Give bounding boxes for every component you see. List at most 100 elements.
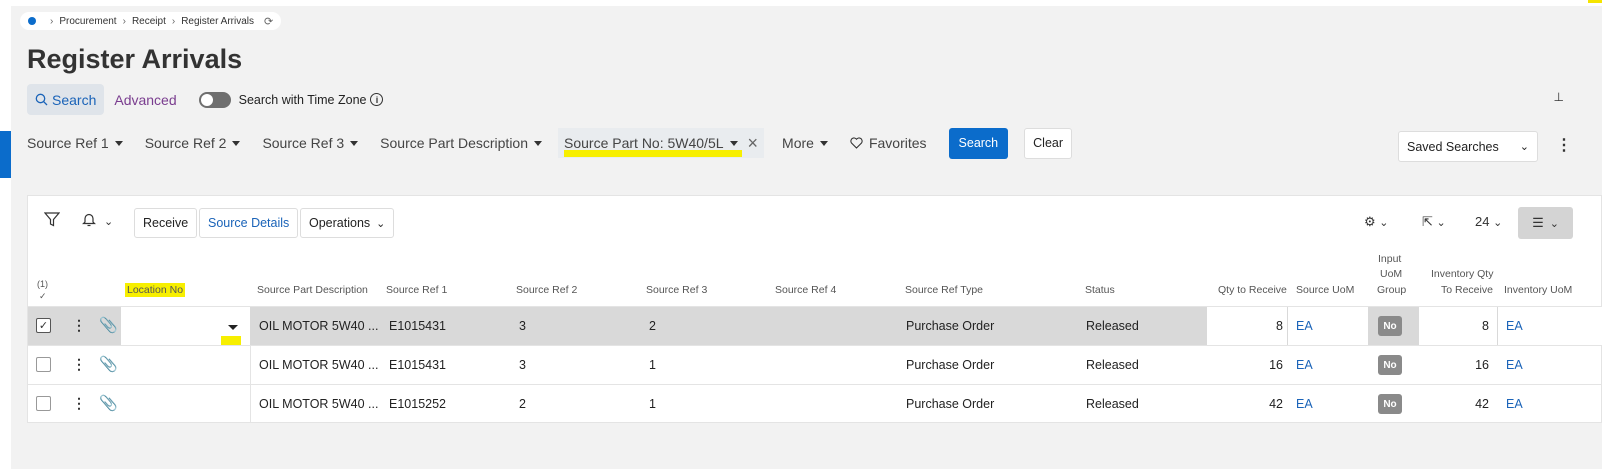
header-source-ref-2[interactable]: Source Ref 2 [516, 284, 577, 296]
cell-source-ref-2: 3 [519, 319, 526, 333]
refresh-icon[interactable]: ⟳ [264, 15, 273, 28]
bell-icon[interactable] [82, 212, 96, 231]
timezone-toggle[interactable] [198, 91, 231, 108]
header-source-ref-1[interactable]: Source Ref 1 [386, 284, 447, 296]
header-inventory-qty-line2[interactable]: To Receive [1441, 284, 1493, 296]
table-row[interactable]: ⋮ 📎 OIL MOTOR 5W40 ... E1015431 3 1 Purc… [28, 345, 1602, 384]
tab-search-label: Search [52, 91, 97, 108]
column-divider [250, 385, 251, 423]
cell-source-ref-1: E1015431 [389, 319, 447, 333]
header-inventory-uom[interactable]: Inventory UoM [1504, 284, 1572, 296]
cell-inventory-qty[interactable]: 8 [1419, 307, 1489, 345]
filter-source-ref-2[interactable]: Source Ref 2 [145, 135, 241, 151]
clear-button[interactable]: Clear [1024, 127, 1073, 159]
header-source-ref-type[interactable]: Source Ref Type [905, 284, 983, 296]
filter-source-part-no[interactable]: Source Part No: 5W40/5L × [558, 128, 765, 158]
cell-qty-to-receive[interactable]: 8 [1208, 307, 1283, 345]
header-inventory-qty-line1[interactable]: Inventory Qty [1431, 268, 1493, 280]
info-icon[interactable]: i [370, 93, 384, 106]
header-input-uom-group-line3[interactable]: Group [1377, 284, 1406, 296]
cell-source-ref-1: E1015431 [389, 358, 447, 372]
tab-search[interactable]: Search [27, 84, 105, 115]
page-size-value: 24 [1475, 214, 1490, 229]
source-details-button[interactable]: Source Details [199, 208, 299, 238]
filter-icon[interactable] [43, 212, 61, 231]
header-status[interactable]: Status [1085, 284, 1115, 296]
status-badge: No [1378, 394, 1402, 414]
caret-down-icon [534, 140, 542, 146]
page-title: Register Arrivals [27, 44, 243, 74]
pin-icon[interactable]: ⊥ [1554, 90, 1564, 104]
tab-advanced[interactable]: Advanced [114, 92, 176, 108]
chevron-down-icon: ⌄ [1519, 141, 1529, 153]
cell-source-ref-2: 3 [519, 358, 526, 372]
cell-source-uom[interactable]: EA [1296, 346, 1313, 384]
left-strip [0, 0, 11, 469]
view-mode-button[interactable]: ☰ ⌄ [1518, 207, 1573, 239]
header-source-ref-3[interactable]: Source Ref 3 [646, 284, 707, 296]
cell-inventory-uom[interactable]: EA [1506, 385, 1523, 423]
chevron-down-icon[interactable]: ⌄ [104, 215, 113, 228]
cell-source-uom[interactable]: EA [1296, 385, 1313, 423]
caret-down-icon[interactable] [228, 325, 238, 330]
cell-inventory-qty[interactable]: 42 [1419, 385, 1489, 423]
caret-down-icon [350, 140, 359, 146]
breadcrumb-procurement[interactable]: Procurement [59, 16, 116, 27]
header-qty-to-receive[interactable]: Qty to Receive [1218, 284, 1287, 296]
export-icon[interactable]: ⇱ ⌄ [1422, 214, 1446, 230]
home-icon[interactable] [28, 17, 36, 25]
cell-inventory-uom[interactable]: EA [1506, 307, 1523, 345]
header-source-part-description[interactable]: Source Part Description [257, 284, 368, 296]
breadcrumb-receipt[interactable]: Receipt [132, 16, 166, 27]
chevron-right-icon: › [122, 15, 126, 27]
header-input-uom-group-line1[interactable]: Input [1378, 253, 1401, 265]
filter-more[interactable]: More [782, 135, 828, 151]
select-all-icon[interactable]: ✓ [39, 291, 47, 302]
cell-status: Released [1086, 319, 1139, 333]
more-options-icon[interactable]: ⋮ [1556, 136, 1572, 156]
cell-description: OIL MOTOR 5W40 ... [259, 358, 379, 372]
search-button[interactable]: Search [948, 127, 1009, 159]
saved-searches-select[interactable]: Saved Searches ⌄ [1398, 131, 1538, 162]
cell-inventory-qty[interactable]: 16 [1419, 346, 1489, 384]
cell-source-uom[interactable]: EA [1296, 307, 1313, 345]
settings-icon[interactable]: ⚙ ⌄ [1364, 214, 1389, 230]
filter-source-ref-3[interactable]: Source Ref 3 [262, 135, 359, 151]
cell-qty-to-receive[interactable]: 16 [1208, 346, 1283, 384]
favorites-button[interactable]: Favorites [850, 135, 927, 151]
cell-source-ref-2: 2 [519, 397, 526, 411]
chevron-down-icon: ⌄ [376, 217, 386, 230]
header-location-no[interactable]: Location No [125, 283, 186, 297]
header-source-uom[interactable]: Source UoM [1296, 284, 1354, 296]
header-input-uom-group-line2[interactable]: UoM [1380, 268, 1402, 280]
row-checkbox[interactable]: ✓ [36, 318, 51, 333]
caret-down-icon [819, 140, 828, 146]
filter-source-ref-1[interactable]: Source Ref 1 [27, 135, 123, 151]
list-icon: ☰ [1532, 215, 1544, 230]
left-accent-bar [0, 131, 11, 178]
operations-button[interactable]: Operations ⌄ [300, 208, 395, 238]
filter-source-part-description[interactable]: Source Part Description [380, 135, 542, 151]
page-size-select[interactable]: 24 ⌄ [1475, 214, 1502, 229]
row-menu-icon[interactable]: ⋮ [72, 395, 86, 412]
table-row[interactable]: ⋮ 📎 OIL MOTOR 5W40 ... E1015252 2 1 Purc… [28, 384, 1602, 423]
caret-down-icon [114, 140, 123, 146]
uom-group-cell: No [1378, 307, 1402, 345]
row-menu-icon[interactable]: ⋮ [72, 356, 86, 373]
receive-button[interactable]: Receive [134, 208, 198, 238]
paperclip-icon[interactable]: 📎 [99, 316, 118, 334]
table-row[interactable]: ✓ ⋮ 📎 OIL MOTOR 5W40 ... E1015431 3 2 Pu… [28, 306, 1602, 346]
paperclip-icon[interactable]: 📎 [99, 394, 118, 412]
row-checkbox[interactable] [36, 396, 51, 411]
paperclip-icon[interactable]: 📎 [99, 355, 118, 373]
row-menu-icon[interactable]: ⋮ [72, 317, 86, 334]
cell-status: Released [1086, 397, 1139, 411]
cell-qty-to-receive[interactable]: 42 [1208, 385, 1283, 423]
row-checkbox[interactable] [36, 357, 51, 372]
uom-group-cell: No [1378, 346, 1402, 384]
cell-source-ref-type: Purchase Order [906, 397, 995, 411]
header-source-ref-4[interactable]: Source Ref 4 [775, 284, 836, 296]
cell-inventory-uom[interactable]: EA [1506, 346, 1523, 384]
selected-count: (1) [37, 279, 48, 289]
close-icon[interactable]: × [748, 133, 759, 154]
